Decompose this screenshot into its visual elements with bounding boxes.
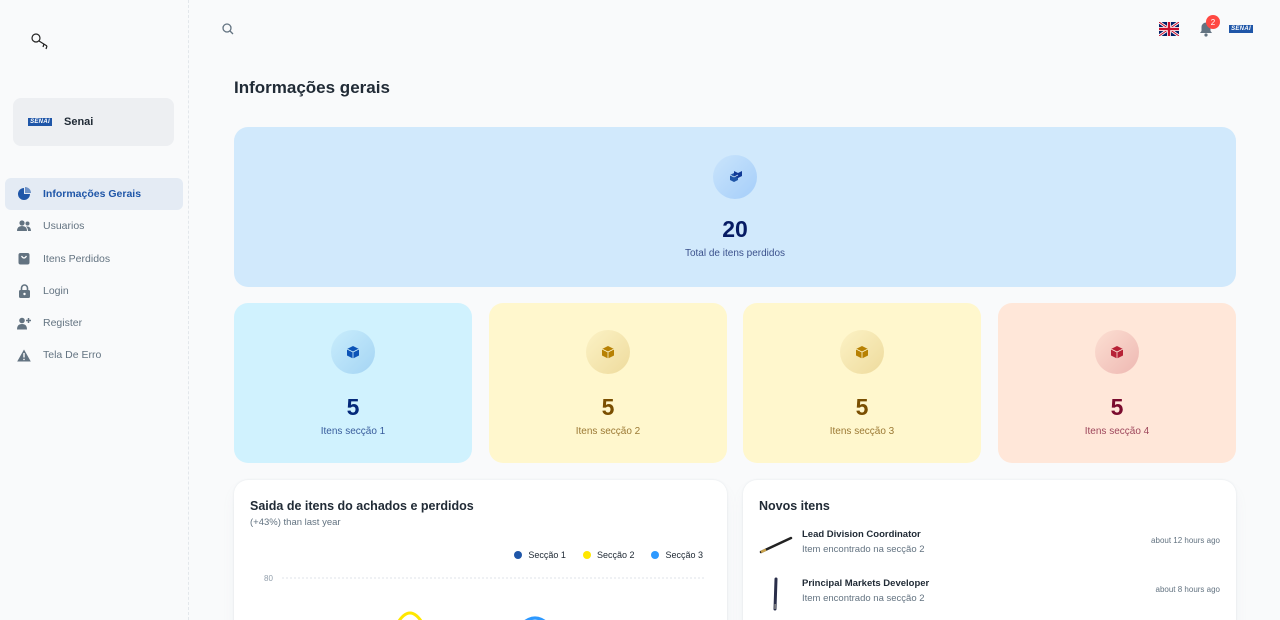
sidebar-item-informacoes-gerais[interactable]: Informações Gerais — [5, 178, 183, 210]
page-title: Informações gerais — [234, 78, 390, 97]
section-2-card: 5 Itens secção 2 — [489, 303, 727, 463]
news-item-description: Item encontrado na secção 2 — [802, 544, 925, 555]
news-item-title: Lead Division Coordinator — [802, 529, 921, 540]
sidebar: SENAI Senai Informações Gerais Usuarios … — [0, 0, 189, 620]
sidebar-item-label: Informações Gerais — [43, 188, 142, 200]
sidebar-item-tela-de-erro[interactable]: Tela De Erro — [5, 339, 183, 371]
section-4-value: 5 — [1110, 394, 1124, 420]
line-chart: 80 — [264, 574, 706, 620]
chart-panel: Saida de itens do achados e perdidos (+4… — [234, 480, 727, 620]
section-4-card: 5 Itens secção 4 — [998, 303, 1236, 463]
legend-item[interactable]: Secção 2 — [582, 550, 635, 560]
news-item-time: about 12 hours ago — [1151, 536, 1220, 545]
lock-icon — [16, 283, 32, 299]
section-1-label: Itens secção 1 — [320, 426, 386, 437]
alert-triangle-icon — [16, 347, 32, 363]
legend-dot — [651, 551, 660, 559]
person-add-icon — [16, 315, 32, 331]
account-name: Senai — [64, 116, 94, 128]
sidebar-item-label: Register — [43, 317, 83, 330]
news-item-title: Principal Markets Developer — [802, 578, 930, 589]
legend-label: Secção 3 — [665, 550, 703, 560]
sidebar-item-register[interactable]: Register — [5, 307, 183, 339]
box-icon — [1095, 330, 1139, 374]
news-item-time: about 8 hours ago — [1155, 585, 1221, 594]
sidebar-item-label: Tela De Erro — [43, 349, 102, 362]
section-3-value: 5 — [855, 394, 869, 420]
sidebar-item-label: Usuarios — [43, 220, 85, 233]
pen-thumbnail — [759, 577, 793, 611]
y-tick-label: 80 — [264, 574, 273, 583]
sidebar-item-itens-perdidos[interactable]: Itens Perdidos — [5, 243, 183, 275]
section-1-value: 5 — [346, 394, 360, 420]
search-icon[interactable] — [220, 21, 236, 37]
total-items-label: Total de itens perdidos — [684, 248, 786, 259]
section-4-label: Itens secção 4 — [1084, 426, 1150, 437]
header-senai-logo[interactable]: SENAI — [1229, 25, 1253, 33]
sidebar-item-usuarios[interactable]: Usuarios — [5, 210, 183, 242]
news-item-description: Item encontrado na secção 2 — [802, 593, 925, 604]
legend-item[interactable]: Secção 1 — [514, 550, 566, 560]
section-3-label: Itens secção 3 — [829, 426, 895, 437]
sidebar-item-label: Login — [43, 284, 69, 297]
news-panel: Novos itens Lead Division Coordinator It… — [743, 480, 1236, 620]
box-icon — [331, 330, 375, 374]
section-1-card: 5 Itens secção 1 — [234, 303, 472, 463]
sidebar-item-label: Itens Perdidos — [43, 252, 111, 265]
legend-item[interactable]: Secção 3 — [651, 550, 703, 560]
key-logo-icon[interactable] — [29, 30, 51, 52]
box-icon — [840, 330, 884, 374]
senai-logo: SENAI — [28, 118, 52, 126]
section-2-value: 5 — [601, 394, 615, 420]
section-3-card: 5 Itens secção 3 — [743, 303, 981, 463]
pie-chart-icon — [16, 186, 32, 202]
sidebar-nav: Informações Gerais Usuarios Itens Perdid… — [5, 178, 183, 372]
chart-legend: Secção 1 Secção 2 Secção 3 — [514, 550, 703, 560]
legend-label: Secção 1 — [528, 550, 566, 560]
sidebar-item-login[interactable]: Login — [5, 275, 183, 307]
section-2-label: Itens secção 2 — [575, 426, 641, 437]
total-items-card: 20 Total de itens perdidos — [234, 127, 1236, 287]
pen-thumbnail — [759, 528, 793, 562]
people-icon — [16, 218, 32, 234]
news-item[interactable]: Principal Markets Developer Item encontr… — [759, 577, 1220, 617]
legend-label: Secção 2 — [596, 550, 635, 560]
series-line-seccao-2 — [397, 611, 423, 620]
total-items-value: 20 — [722, 216, 748, 242]
legend-dot — [514, 551, 523, 559]
news-item[interactable]: Lead Division Coordinator Item encontrad… — [759, 528, 1220, 568]
shopping-bag-icon — [16, 251, 32, 267]
uk-flag-icon[interactable] — [1158, 20, 1180, 38]
notification-badge: 2 — [1206, 15, 1220, 29]
box-icon — [586, 330, 630, 374]
chart-subtitle: (+43%) than last year — [250, 517, 341, 528]
account-card[interactable]: SENAI Senai — [13, 98, 174, 146]
legend-dot — [582, 551, 591, 559]
chart-title: Saida de itens do achados e perdidos — [250, 499, 474, 513]
cubes-icon — [713, 155, 757, 199]
news-title: Novos itens — [759, 499, 830, 513]
